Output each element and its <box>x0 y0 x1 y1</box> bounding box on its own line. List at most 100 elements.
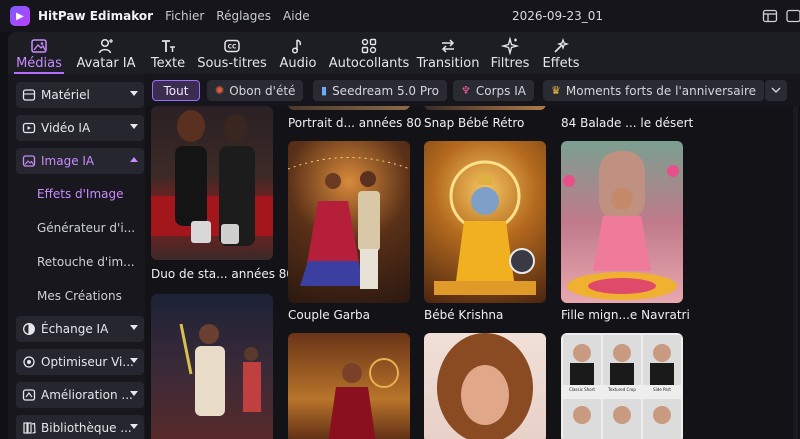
sidebar-sub-mes-creations[interactable]: Mes Créations <box>37 289 122 303</box>
gallery-scrollbar[interactable] <box>793 106 798 439</box>
window-icon[interactable] <box>786 8 800 24</box>
tab-avatar-ia[interactable]: Avatar IA <box>70 32 142 74</box>
body-icon: ♆ <box>461 84 471 97</box>
sidebar-sub-generateur[interactable]: Générateur d'i... <box>37 221 135 235</box>
image-ai-icon <box>22 155 36 167</box>
chip-corps-ia-label: Corps IA <box>475 83 526 98</box>
tab-filtres[interactable]: Filtres <box>484 32 536 74</box>
sidebar-item-bibliotheque[interactable]: Bibliothèque ... <box>16 415 144 439</box>
optimizer-icon <box>23 356 35 368</box>
card-garba-image[interactable] <box>288 141 410 303</box>
avatar-icon <box>98 38 113 54</box>
chip-corps-ia[interactable]: ♆ Corps IA <box>453 80 534 101</box>
cake-icon: ♛ <box>551 84 561 97</box>
sidebar-sub-retouche[interactable]: Retouche d'im... <box>37 255 135 269</box>
media-icon <box>31 39 47 53</box>
sidebar-item-amelioration[interactable]: Amélioration ... <box>16 382 144 408</box>
tab-autocollants-label: Autocollants <box>328 56 410 71</box>
video-ai-icon <box>22 122 36 134</box>
tab-effets[interactable]: Effets <box>536 32 586 74</box>
card-label: Duo de sta... années 80 <box>151 267 295 281</box>
filter-bar: Tout ✺ Obon d'été ▮ Seedream 5.0 Pro ♆ C… <box>145 74 800 106</box>
chevron-down-icon <box>130 325 138 330</box>
sidebar-item-materiel[interactable]: Matériel <box>16 82 144 108</box>
tab-sous-titres-label: Sous-titres <box>197 56 267 71</box>
passport-illustration <box>563 335 681 439</box>
card-label: Fille mign...e Navratri <box>561 308 690 322</box>
tab-texte-label: Texte <box>150 56 186 71</box>
card-navratri-image[interactable] <box>561 141 683 303</box>
gallery: Portrait d... années 80 Snap Bébé Rétro … <box>145 106 800 439</box>
effects-icon <box>554 37 570 53</box>
chevron-down-icon <box>130 91 138 96</box>
sidebar-item-materiel-label: Matériel <box>41 88 90 102</box>
app-logo: ▶ <box>10 6 30 26</box>
sidebar-item-video-ia[interactable]: Vidéo IA <box>16 115 144 141</box>
chevron-down-icon <box>130 358 138 363</box>
title-bar: ▶ HitPaw Edimakor Fichier Réglages Aide … <box>0 0 800 32</box>
chevron-down-icon <box>130 424 138 429</box>
chip-obon[interactable]: ✺ Obon d'été <box>207 80 304 101</box>
chevron-down-icon <box>130 391 138 396</box>
chip-seedream[interactable]: ▮ Seedream 5.0 Pro <box>313 80 447 101</box>
text-icon <box>162 40 175 52</box>
tab-sous-titres[interactable]: CC Sous-titres <box>194 32 270 74</box>
duo-illustration <box>151 110 273 246</box>
chip-anniversaire[interactable]: ♛ Moments forts de l'anniversaire <box>543 80 765 101</box>
more-filters-button[interactable] <box>765 80 787 101</box>
garba-illustration <box>288 157 410 289</box>
dandiya-illustration <box>179 323 261 416</box>
card-curly-image[interactable] <box>424 333 546 439</box>
swap-ai-icon <box>23 323 35 335</box>
tab-audio[interactable]: Audio <box>270 32 326 74</box>
sidebar-sub-effets-image[interactable]: Effets d'Image <box>37 187 124 201</box>
passport-caption: Textured Crop <box>608 387 636 392</box>
menu-reglages[interactable]: Réglages <box>216 9 271 23</box>
tab-medias-label: Médias <box>16 56 62 71</box>
passport-caption: Side Part <box>653 387 671 392</box>
sidebar-item-amelioration-label: Amélioration ... <box>41 388 133 402</box>
tab-transition[interactable]: Transition <box>412 32 484 74</box>
card-duo-image[interactable] <box>151 106 273 260</box>
card-label: Couple Garba <box>288 308 371 322</box>
sidebar: Matériel Vidéo IA Image IA Effets d'Imag… <box>8 74 145 439</box>
sidebar-item-image-ia[interactable]: Image IA <box>16 148 144 174</box>
sidebar-item-image-ia-label: Image IA <box>41 154 95 168</box>
folder-icon <box>22 89 36 101</box>
tab-filtres-label: Filtres <box>490 56 530 71</box>
navratri-illustration <box>563 151 679 300</box>
chip-tout-label: Tout <box>163 83 189 98</box>
sidebar-item-optimiseur-label: Optimiseur Vi... <box>41 355 134 369</box>
sidebar-item-video-ia-label: Vidéo IA <box>41 121 91 135</box>
tab-avatar-ia-label: Avatar IA <box>76 56 136 71</box>
tab-medias[interactable]: Médias <box>8 32 70 74</box>
menu-fichier[interactable]: Fichier <box>165 9 204 23</box>
tab-effets-label: Effets <box>542 56 580 71</box>
tab-audio-label: Audio <box>279 56 317 71</box>
card-dandiya-image[interactable] <box>151 294 273 439</box>
layout-icon[interactable] <box>762 8 778 24</box>
sidebar-item-echange-ia[interactable]: Échange IA <box>16 316 144 342</box>
chip-anniversaire-label: Moments forts de l'anniversaire <box>565 83 757 98</box>
tab-texte[interactable]: Texte <box>142 32 194 74</box>
lantern-icon: ✺ <box>215 84 225 97</box>
krishna-illustration <box>434 160 536 295</box>
tab-autocollants[interactable]: Autocollants <box>326 32 412 74</box>
sidebar-item-optimiseur[interactable]: Optimiseur Vi... <box>16 349 144 375</box>
card-top-2-image[interactable] <box>424 106 546 110</box>
document-title: 2026-09-23_01 <box>512 9 604 23</box>
chip-tout[interactable]: Tout <box>152 80 200 101</box>
audio-icon <box>291 39 302 54</box>
svg-text:CC: CC <box>228 44 237 51</box>
transition-icon <box>441 39 455 53</box>
chevron-down-icon <box>130 124 138 129</box>
card-durga-image[interactable] <box>288 333 410 439</box>
curly-portrait-illustration <box>437 333 533 439</box>
sidebar-item-bibliotheque-label: Bibliothèque ... <box>41 421 132 435</box>
menu-aide[interactable]: Aide <box>283 9 310 23</box>
card-krishna-image[interactable] <box>424 141 546 303</box>
passport-caption: Classic Short <box>569 387 595 392</box>
card-passport-image[interactable]: Classic Short Textured Crop Side Part <box>561 333 683 439</box>
card-top-1-image[interactable] <box>288 106 410 110</box>
subtitles-icon: CC <box>224 39 240 53</box>
